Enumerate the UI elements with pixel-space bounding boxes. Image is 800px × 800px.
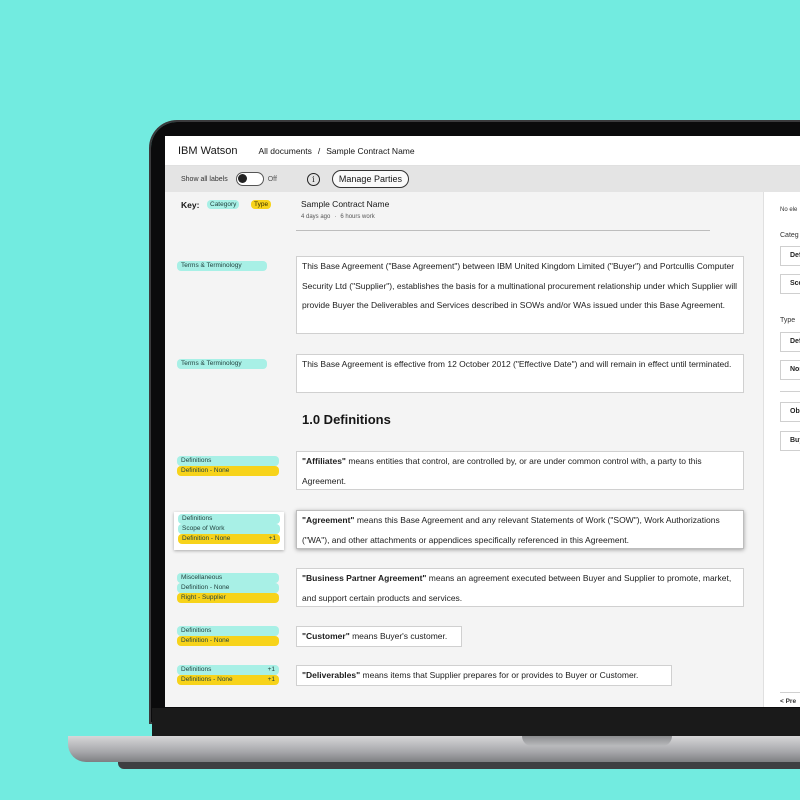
clause-paragraph[interactable]: This Base Agreement is effective from 12…	[296, 354, 744, 393]
panel-divider	[780, 391, 800, 392]
label-group[interactable]: Definitions +1 Definitions - None +1	[177, 665, 279, 685]
category-filter-item[interactable]: Def	[780, 246, 800, 266]
more-labels-count[interactable]: +1	[268, 665, 275, 675]
clause-text: This Base Agreement is effective from 12…	[302, 359, 732, 369]
party-filter-item[interactable]: Obl	[780, 402, 800, 422]
breadcrumb-all-documents[interactable]: All documents	[259, 146, 312, 156]
clause-text: means items that Supplier prepares for o…	[360, 670, 639, 680]
category-label[interactable]: Definitions	[177, 456, 279, 466]
more-labels-count[interactable]: +1	[269, 534, 276, 544]
type-filter-item[interactable]: Nor	[780, 360, 800, 380]
clause-text: means Buyer's customer.	[349, 631, 448, 641]
defined-term: "Deliverables"	[302, 670, 361, 680]
show-all-labels-label: Show all labels	[181, 175, 228, 183]
clause-paragraph[interactable]: "Affiliates" means entities that control…	[296, 451, 744, 490]
clause-paragraph[interactable]: This Base Agreement ("Base Agreement") b…	[296, 256, 744, 334]
category-label[interactable]: Definition - None	[177, 583, 279, 593]
brand-name[interactable]: IBM Watson	[178, 145, 238, 157]
laptop-feet	[118, 762, 800, 769]
category-label[interactable]: Definitions	[178, 514, 280, 524]
breadcrumb-current: Sample Contract Name	[326, 145, 415, 156]
laptop-opening-notch	[522, 736, 672, 746]
panel-footer-divider	[780, 692, 800, 693]
clause-paragraph[interactable]: "Deliverables" means items that Supplier…	[296, 665, 672, 686]
document-title: Sample Contract Name	[301, 199, 390, 209]
show-labels-toggle[interactable]	[235, 172, 264, 186]
type-label[interactable]: Definitions - None +1	[177, 675, 279, 685]
type-label[interactable]: Definition - None	[177, 466, 279, 476]
label-group-selected[interactable]: Definitions Scope of Work Definition - N…	[174, 512, 284, 550]
more-labels-count[interactable]: +1	[268, 675, 275, 685]
breadcrumb: All documents / Sample Contract Name	[259, 146, 415, 156]
app-screen: IBM Watson All documents / Sample Contra…	[165, 136, 800, 707]
category-label-text: Definitions	[181, 666, 212, 673]
document-meta: 4 days ago · 6 hours work	[301, 214, 375, 220]
laptop-base	[68, 736, 800, 762]
toolbar: Show all labels Off i Manage Parties	[165, 166, 800, 192]
type-label-text: Definition - None	[182, 535, 231, 542]
key-type-tag: Type	[251, 200, 272, 209]
section-heading: 1.0 Definitions	[302, 412, 391, 427]
category-label[interactable]: Scope of Work	[178, 524, 280, 534]
type-label[interactable]: Definition - None +1	[178, 534, 280, 544]
defined-term: "Business Partner Agreement"	[302, 573, 427, 583]
category-label[interactable]: Definitions +1	[177, 665, 279, 675]
defined-term: "Customer"	[302, 631, 350, 641]
type-label-text: Definitions - None	[181, 676, 233, 683]
key-label: Key:	[181, 200, 200, 210]
category-label[interactable]: Terms & Terminology	[177, 359, 267, 369]
clause-text: This Base Agreement ("Base Agreement") b…	[302, 261, 738, 310]
label-group[interactable]: Definitions Definition - None	[177, 456, 279, 476]
title-divider	[296, 230, 710, 231]
type-filter-item[interactable]: Def	[780, 332, 800, 352]
manage-parties-button[interactable]: Manage Parties	[331, 170, 409, 188]
top-header: IBM Watson All documents / Sample Contra…	[165, 136, 800, 166]
label-group[interactable]: Miscellaneous Definition - None Right - …	[177, 573, 279, 603]
clause-text: means entities that control, are control…	[302, 456, 702, 486]
label-group[interactable]: Definitions Definition - None	[177, 626, 279, 646]
filter-panel: No ele Categ Def Sco Type Def Nor Obl Bu…	[763, 192, 800, 707]
type-label[interactable]: Definition - None	[177, 636, 279, 646]
category-filter-label: Categ	[780, 232, 799, 239]
category-filter-item[interactable]: Sco	[780, 274, 800, 294]
meta-separator: ·	[334, 214, 337, 220]
type-filter-label: Type	[780, 317, 796, 324]
key-category-tag: Category	[207, 200, 240, 209]
breadcrumb-separator: /	[317, 145, 321, 156]
clause-paragraph[interactable]: "Customer" means Buyer's customer.	[296, 626, 462, 647]
defined-term: "Agreement"	[302, 515, 355, 525]
clause-paragraph-selected[interactable]: "Agreement" means this Base Agreement an…	[296, 510, 744, 549]
document-modified: 4 days ago	[301, 214, 331, 220]
laptop-hinge	[152, 708, 800, 736]
category-label[interactable]: Miscellaneous	[177, 573, 279, 583]
document-work-time: 6 hours work	[340, 214, 375, 220]
category-label[interactable]: Definitions	[177, 626, 279, 636]
party-filter-item[interactable]: Buy	[780, 431, 800, 451]
clause-paragraph[interactable]: "Business Partner Agreement" means an ag…	[296, 568, 744, 607]
category-label[interactable]: Terms & Terminology	[177, 261, 267, 271]
defined-term: "Affiliates"	[302, 456, 346, 466]
no-elements-text: No ele	[780, 207, 798, 213]
info-icon[interactable]: i	[306, 172, 320, 186]
toggle-state-text: Off	[267, 175, 277, 183]
previous-link[interactable]: < Pre	[780, 698, 796, 705]
label-group[interactable]: Terms & Terminology	[177, 359, 279, 369]
type-label[interactable]: Right - Supplier	[177, 593, 279, 603]
clause-text: means this Base Agreement and any releva…	[302, 515, 720, 545]
label-group[interactable]: Terms & Terminology	[177, 261, 279, 271]
